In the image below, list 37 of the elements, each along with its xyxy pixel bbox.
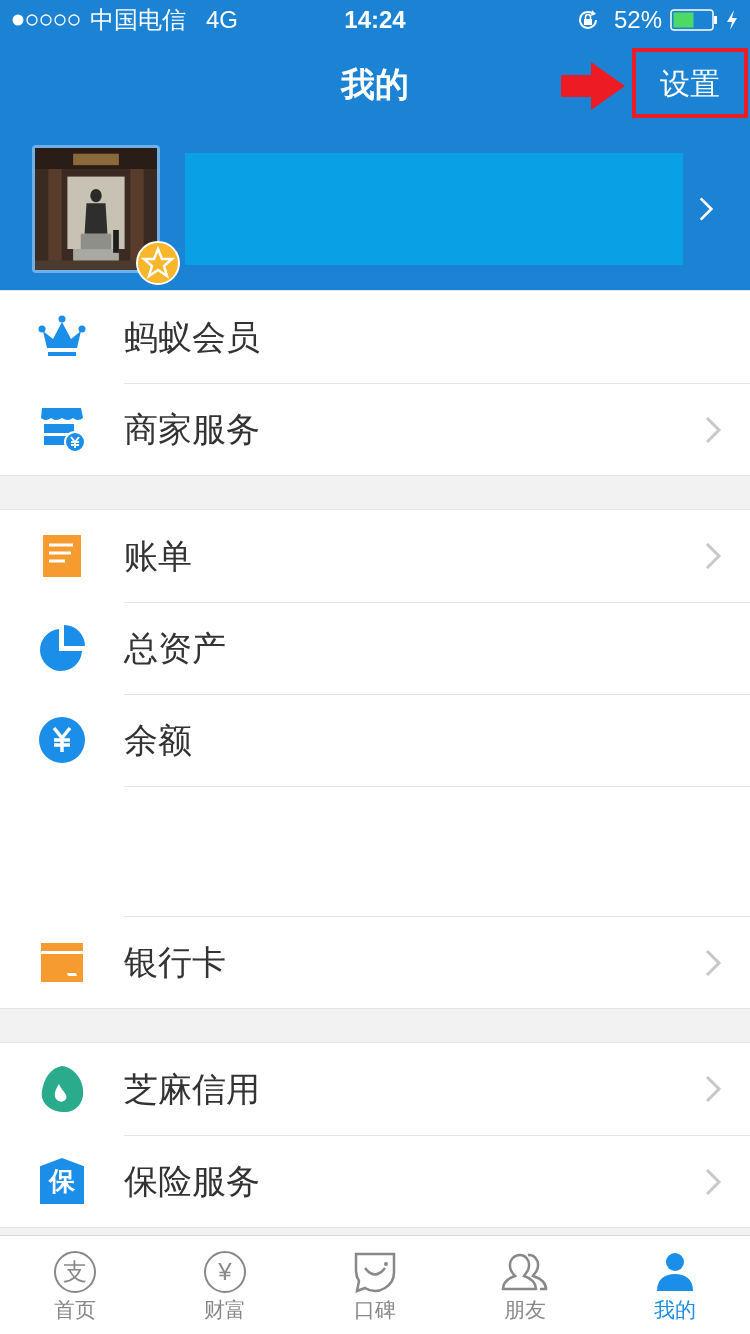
tab-label: 朋友 bbox=[504, 1298, 546, 1320]
menu-label: 银行卡 bbox=[124, 942, 227, 983]
smile-bubble-icon bbox=[353, 1250, 397, 1293]
tab[interactable]: ¥ 财富 bbox=[150, 1236, 300, 1334]
yuan-icon: ¥ bbox=[204, 1250, 246, 1293]
menu-label: 商家服务 bbox=[124, 409, 261, 450]
menu-label: 总资产 bbox=[124, 628, 227, 669]
battery-icon bbox=[670, 9, 718, 31]
pie-chart-icon bbox=[37, 623, 87, 673]
tab-label: 首页 bbox=[54, 1298, 96, 1320]
page-title: 我的 bbox=[341, 63, 409, 105]
battery-percent: 52% bbox=[613, 5, 662, 35]
tab[interactable]: 口碑 bbox=[300, 1236, 450, 1334]
chevron-icon bbox=[698, 195, 714, 223]
tab-label: 口碑 bbox=[354, 1298, 396, 1320]
star-badge-icon bbox=[136, 241, 180, 285]
menu-label: 余额 bbox=[124, 720, 193, 761]
charging-icon bbox=[726, 9, 738, 31]
network-type: 4G bbox=[206, 5, 238, 35]
tab[interactable]: 我的 bbox=[600, 1236, 750, 1334]
menu-label: 保险服务 bbox=[124, 1161, 261, 1202]
tab-label: 我的 bbox=[654, 1298, 696, 1320]
menu-label: 芝麻信用 bbox=[124, 1068, 261, 1110]
menu-label: 账单 bbox=[124, 535, 193, 577]
person-icon bbox=[655, 1250, 695, 1293]
clock: 14:24 bbox=[344, 5, 406, 35]
yuan-coin-icon bbox=[37, 715, 87, 765]
tab[interactable]: 朋友 bbox=[450, 1236, 600, 1334]
annotation-arrow bbox=[561, 62, 625, 110]
carrier-name: 中国电信 bbox=[90, 5, 186, 35]
tab-label: 财富 bbox=[204, 1298, 246, 1320]
menu-label: 蚂蚁会员 bbox=[124, 316, 261, 358]
alipay-icon: 支 bbox=[54, 1250, 96, 1293]
tab[interactable]: 支 首页 bbox=[0, 1236, 150, 1334]
signal-icon bbox=[12, 13, 80, 27]
shield-icon: 保 bbox=[40, 1158, 84, 1204]
settings-button[interactable]: 设置 bbox=[632, 48, 748, 118]
